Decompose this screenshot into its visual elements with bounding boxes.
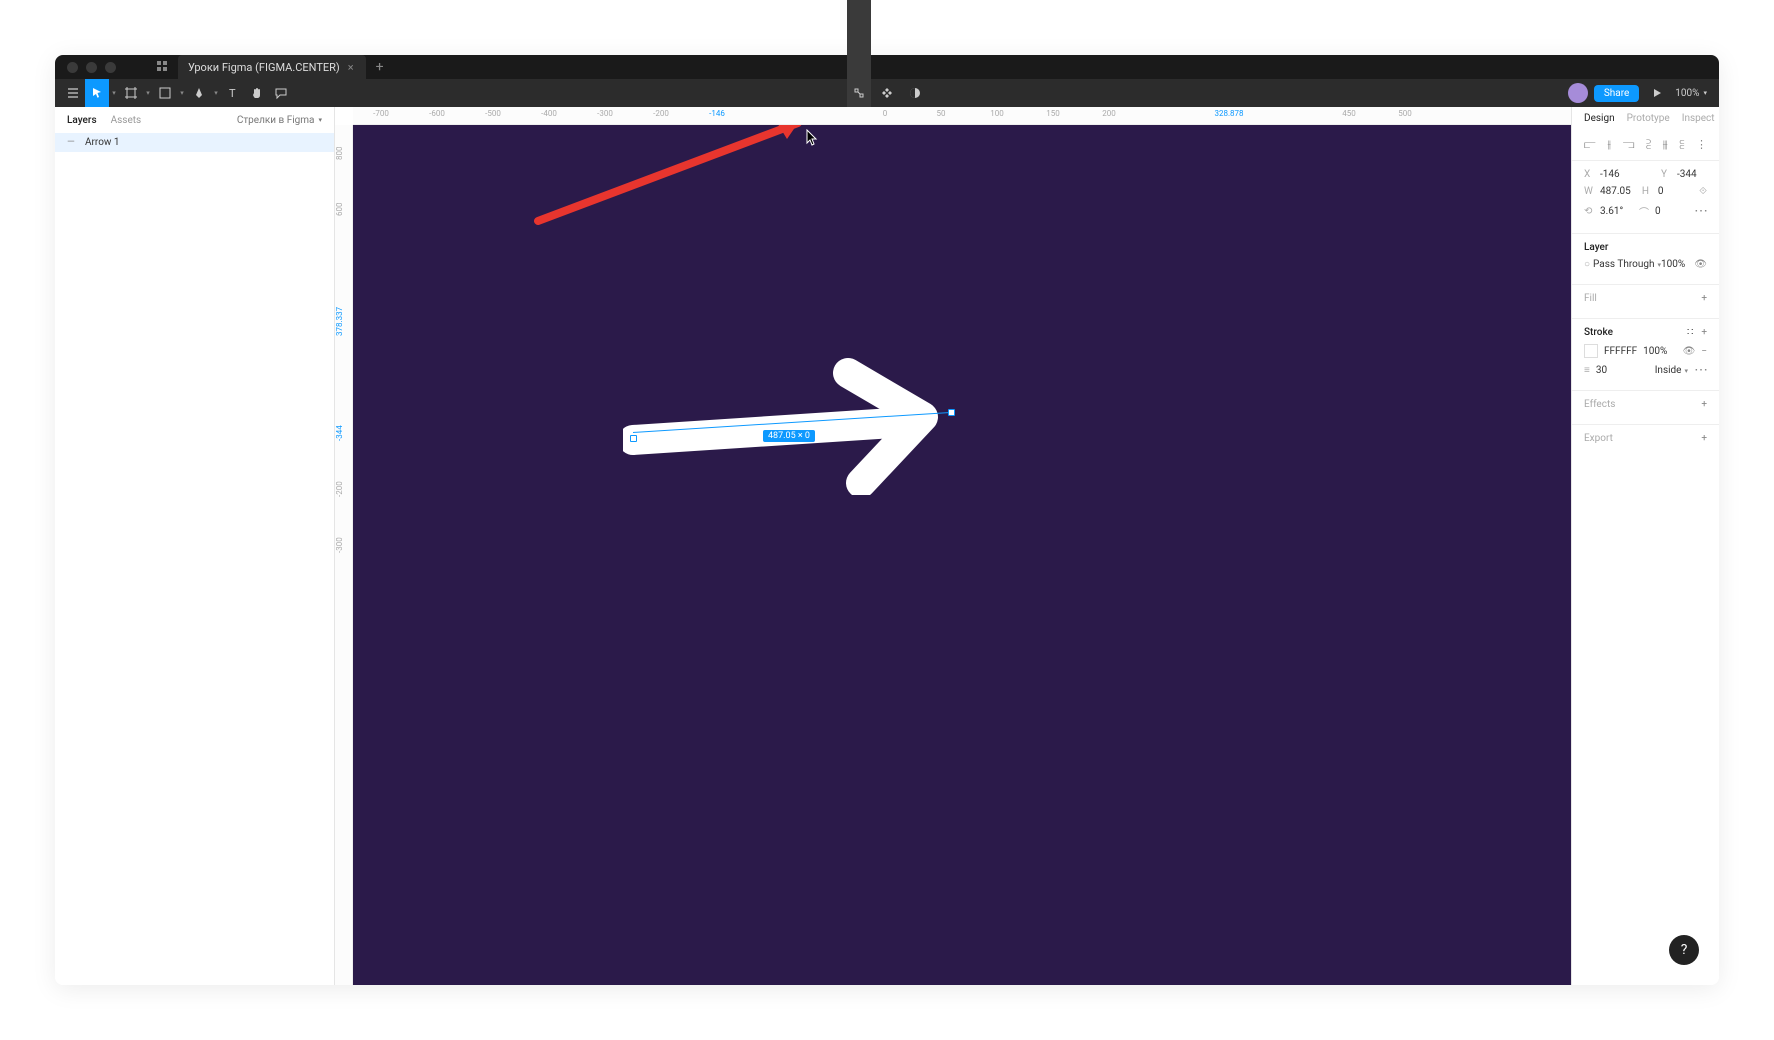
add-stroke-icon[interactable]: +: [1701, 327, 1707, 338]
cursor-pointer-icon: [805, 129, 819, 147]
frame-tool[interactable]: [119, 79, 143, 107]
constrain-proportions-icon[interactable]: ⟐: [1699, 186, 1707, 197]
help-button[interactable]: ?: [1669, 935, 1699, 965]
prototype-tab[interactable]: Prototype: [1627, 113, 1670, 124]
page-selector[interactable]: Стрелки в Figma▾: [237, 115, 322, 126]
stroke-visibility-icon[interactable]: 👁: [1683, 346, 1696, 357]
figma-app-window: Уроки Figma (FIGMA.CENTER) × + ▾ ▾ ▾ ▾ T: [55, 55, 1719, 985]
align-hcenter-icon[interactable]: ⫲: [1607, 138, 1611, 152]
fill-section: Fill+: [1572, 284, 1719, 318]
stroke-weight-icon: ≡: [1584, 365, 1590, 376]
layer-item-arrow1[interactable]: — Arrow 1: [55, 133, 334, 152]
remove-stroke-icon[interactable]: −: [1701, 346, 1707, 357]
x-input[interactable]: -146: [1600, 169, 1630, 180]
height-input[interactable]: 0: [1658, 186, 1688, 197]
align-top-icon[interactable]: ⫔: [1646, 138, 1651, 152]
distribute-icon[interactable]: ⋮: [1696, 138, 1707, 152]
visibility-toggle-icon[interactable]: 👁: [1694, 259, 1707, 270]
stroke-align-select[interactable]: Inside: [1655, 365, 1688, 376]
pen-tool-caret[interactable]: ▾: [211, 89, 221, 97]
annotation-red-arrow: [528, 111, 818, 231]
shape-tool[interactable]: [153, 79, 177, 107]
file-tab-title: Уроки Figma (FIGMA.CENTER): [188, 61, 340, 74]
move-tool-caret[interactable]: ▾: [109, 89, 119, 97]
stroke-opacity-input[interactable]: 100%: [1643, 346, 1673, 357]
main-menu-button[interactable]: [61, 79, 85, 107]
hand-tool[interactable]: [245, 79, 269, 107]
selection-handle-start[interactable]: [630, 435, 637, 442]
home-tab[interactable]: [146, 60, 178, 75]
svg-text:T: T: [229, 87, 236, 100]
present-button[interactable]: [1645, 79, 1669, 107]
canvas[interactable]: -700-600-500-400-300-200-146050100150200…: [335, 107, 1571, 985]
align-bottom-icon[interactable]: ⫕: [1679, 138, 1684, 152]
stroke-styles-icon[interactable]: ∷: [1687, 327, 1693, 338]
layer-section: Layer ○Pass Through 100% 👁: [1572, 233, 1719, 284]
vertical-ruler: 800600378.337-344-200-300: [335, 125, 353, 985]
assets-tab[interactable]: Assets: [111, 115, 142, 126]
width-input[interactable]: 487.05: [1600, 186, 1631, 197]
effects-section: Effects+: [1572, 390, 1719, 424]
selection-handle-end[interactable]: [948, 409, 955, 416]
share-button[interactable]: Share: [1594, 85, 1639, 102]
y-input[interactable]: -344: [1677, 169, 1707, 180]
rotation-input[interactable]: 3.61°: [1600, 206, 1630, 217]
canvas-background: 487.05 × 0: [353, 125, 1571, 985]
left-panel: Layers Assets Стрелки в Figma▾ — Arrow 1: [55, 107, 335, 985]
add-fill-icon[interactable]: +: [1701, 293, 1707, 304]
stroke-hex-input[interactable]: FFFFFF: [1604, 346, 1637, 357]
export-section: Export+: [1572, 424, 1719, 458]
new-tab-button[interactable]: +: [366, 59, 394, 75]
maximize-window-button[interactable]: [105, 62, 116, 73]
stroke-more-icon[interactable]: ⋯: [1694, 362, 1707, 378]
comment-tool[interactable]: [269, 79, 293, 107]
minimize-window-button[interactable]: [86, 62, 97, 73]
user-avatar[interactable]: [1568, 83, 1588, 103]
radius-input[interactable]: 0: [1655, 206, 1685, 217]
move-tool[interactable]: [85, 79, 109, 107]
opacity-input[interactable]: 100%: [1661, 259, 1691, 270]
transform-more-icon[interactable]: ⋯: [1694, 203, 1707, 219]
align-right-icon[interactable]: ⫎: [1623, 138, 1635, 152]
inspect-tab[interactable]: Inspect: [1682, 113, 1715, 124]
line-layer-icon: —: [67, 137, 77, 148]
stroke-color-swatch[interactable]: [1584, 344, 1598, 358]
layer-name: Arrow 1: [85, 137, 120, 148]
blend-mode-select[interactable]: ○Pass Through: [1584, 259, 1661, 270]
right-panel: Design Prototype Inspect ⫍ ⫲ ⫎ ⫔ ⫵ ⫕ ⋮ X…: [1571, 107, 1719, 985]
tab-strip: Уроки Figma (FIGMA.CENTER) × +: [146, 55, 394, 79]
design-tab[interactable]: Design: [1584, 113, 1615, 124]
add-export-icon[interactable]: +: [1701, 433, 1707, 444]
pen-tool[interactable]: [187, 79, 211, 107]
main-area: Layers Assets Стрелки в Figma▾ — Arrow 1…: [55, 107, 1719, 985]
stroke-section: Stroke ∷+ FFFFFF 100% 👁 − ≡ 30 Inside ⋯: [1572, 318, 1719, 390]
dimension-label: 487.05 × 0: [763, 430, 815, 442]
text-tool[interactable]: T: [221, 79, 245, 107]
align-vcenter-icon[interactable]: ⫵: [1663, 138, 1668, 152]
horizontal-ruler: -700-600-500-400-300-200-146050100150200…: [353, 107, 1571, 125]
layers-tab[interactable]: Layers: [67, 115, 97, 126]
close-window-button[interactable]: [67, 62, 78, 73]
arrow-shape[interactable]: [623, 355, 963, 495]
file-tab[interactable]: Уроки Figma (FIGMA.CENTER) ×: [178, 55, 366, 79]
add-effect-icon[interactable]: +: [1701, 399, 1707, 410]
align-left-icon[interactable]: ⫍: [1584, 138, 1596, 152]
stroke-weight-input[interactable]: 30: [1596, 365, 1626, 376]
toolbar: ▾ ▾ ▾ ▾ T Share 100%▾: [55, 79, 1719, 107]
shape-tool-caret[interactable]: ▾: [177, 89, 187, 97]
frame-tool-caret[interactable]: ▾: [143, 89, 153, 97]
window-controls: [55, 62, 116, 73]
zoom-control[interactable]: 100%▾: [1669, 88, 1713, 99]
close-tab-icon[interactable]: ×: [348, 61, 354, 74]
transform-section: X-146 Y-344 W487.05 H0 ⟐ ⟲3.61° ⌒0 ⋯: [1572, 160, 1719, 233]
